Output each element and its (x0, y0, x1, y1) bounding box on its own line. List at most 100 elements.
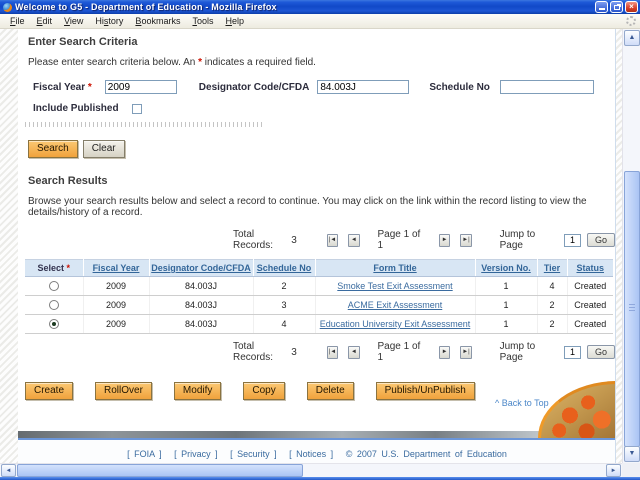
include-published-checkbox[interactable] (132, 104, 142, 114)
vertical-scrollbar[interactable]: ▲ ▼ (622, 29, 640, 463)
table-row: 2009 84.003J 4 Education University Exit… (25, 315, 613, 334)
page-viewport: Enter Search Criteria Please enter searc… (0, 29, 622, 463)
publish-unpublish-button[interactable]: Publish/UnPublish (376, 382, 475, 400)
table-row: 2009 84.003J 2 Smoke Test Exit Assessmen… (25, 277, 613, 296)
criteria-heading: Enter Search Criteria (28, 36, 615, 48)
first-page-icon: |◄ (329, 237, 337, 243)
scroll-down-button[interactable]: ▼ (624, 446, 640, 462)
last-page-button[interactable]: ►| (460, 234, 471, 247)
total-records-label: Total Records: (233, 229, 287, 251)
prev-page-button[interactable]: ◄ (348, 234, 359, 247)
menu-help[interactable]: Help (219, 15, 250, 28)
col-version[interactable]: Version No. (475, 260, 537, 277)
modify-button[interactable]: Modify (174, 382, 221, 400)
throbber-icon (626, 16, 636, 26)
col-schedule[interactable]: Schedule No (253, 260, 315, 277)
scroll-left-button[interactable]: ◄ (1, 464, 16, 477)
designator-input[interactable] (317, 80, 409, 94)
prev-page-button[interactable]: ◄ (348, 346, 359, 359)
results-heading: Search Results (28, 175, 615, 187)
jump-to-page-label: Jump to Page (500, 341, 552, 363)
search-button[interactable]: Search (28, 140, 78, 158)
browser-window: Welcome to G5 - Department of Education … (0, 0, 640, 480)
fiscal-year-input[interactable] (105, 80, 177, 94)
firefox-icon (3, 3, 12, 12)
first-page-button[interactable]: |◄ (327, 234, 338, 247)
go-button[interactable]: Go (587, 233, 615, 247)
include-published-label: Include Published (33, 103, 119, 114)
total-records-label: Total Records: (233, 341, 287, 363)
col-select: Select * (25, 260, 83, 277)
clear-button[interactable]: Clear (83, 140, 125, 158)
next-page-button[interactable]: ► (439, 234, 450, 247)
col-fiscal-year[interactable]: Fiscal Year (83, 260, 149, 277)
scroll-down-icon: ▼ (629, 450, 636, 457)
page-content: Enter Search Criteria Please enter searc… (18, 29, 616, 463)
copyright-text: © 2007 U.S. Department of Education (346, 449, 507, 459)
row-radio[interactable] (49, 281, 59, 291)
privacy-link[interactable]: [ Privacy ] (174, 449, 218, 459)
form-title-link[interactable]: ACME Exit Assessment (348, 300, 443, 310)
minimize-button[interactable] (595, 1, 608, 13)
menu-bookmarks[interactable]: Bookmarks (129, 15, 186, 28)
menu-file[interactable]: File (4, 15, 31, 28)
dotted-separator (25, 122, 263, 127)
menu-history[interactable]: History (89, 15, 129, 28)
security-link[interactable]: [ Security ] (230, 449, 277, 459)
delete-button[interactable]: Delete (307, 382, 354, 400)
menu-view[interactable]: View (58, 15, 89, 28)
next-page-button[interactable]: ► (439, 346, 450, 359)
first-page-button[interactable]: |◄ (327, 346, 338, 359)
include-published-row: Include Published (33, 103, 615, 114)
col-status[interactable]: Status (567, 260, 613, 277)
create-button[interactable]: Create (25, 382, 73, 400)
scroll-up-button[interactable]: ▲ (624, 30, 640, 46)
form-title-link[interactable]: Education University Exit Assessment (320, 319, 471, 329)
go-button[interactable]: Go (587, 345, 615, 359)
prev-page-icon: ◄ (351, 349, 357, 355)
results-instructions: Browse your search results below and sel… (28, 196, 603, 218)
page-indicator: Page 1 of 1 (378, 341, 421, 363)
col-form-title[interactable]: Form Title (315, 260, 475, 277)
rollover-button[interactable]: RollOver (95, 382, 152, 400)
menu-bar: File Edit View History Bookmarks Tools H… (0, 14, 640, 29)
back-to-top-link[interactable]: ^ Back to Top (495, 398, 549, 408)
scroll-right-button[interactable]: ► (606, 464, 621, 477)
row-radio[interactable] (49, 300, 59, 310)
row-radio[interactable] (49, 319, 59, 329)
restore-button[interactable] (610, 1, 623, 13)
copy-button[interactable]: Copy (243, 382, 284, 400)
jump-to-page-label: Jump to Page (500, 229, 552, 251)
jump-to-page-input[interactable] (564, 346, 581, 359)
foia-link[interactable]: [ FOIA ] (127, 449, 162, 459)
col-tier[interactable]: Tier (537, 260, 567, 277)
restore-icon (614, 5, 620, 10)
scroll-up-icon: ▲ (629, 34, 636, 41)
footer: [ FOIA ] [ Privacy ] [ Security ] [ Noti… (18, 449, 616, 459)
col-designator[interactable]: Designator Code/CFDA (149, 260, 253, 277)
results-table: Select * Fiscal Year Designator Code/CFD… (25, 259, 613, 334)
close-button[interactable]: × (625, 1, 638, 13)
form-title-link[interactable]: Smoke Test Exit Assessment (337, 281, 452, 291)
pagination-top: Total Records: 3 |◄ ◄ Page 1 of 1 ► ►| J… (233, 232, 615, 248)
menu-edit[interactable]: Edit (31, 15, 59, 28)
horizontal-scrollbar-thumb[interactable] (17, 464, 303, 477)
window-title: Welcome to G5 - Department of Education … (15, 2, 595, 12)
criteria-note: Please enter search criteria below. An *… (28, 57, 615, 68)
last-page-icon: ►| (462, 237, 470, 243)
menu-tools[interactable]: Tools (186, 15, 219, 28)
total-records-value: 3 (291, 347, 297, 358)
next-page-icon: ► (442, 349, 448, 355)
fiscal-year-label: Fiscal Year * (33, 82, 92, 93)
jump-to-page-input[interactable] (564, 234, 581, 247)
designator-label: Designator Code/CFDA (199, 82, 310, 93)
minimize-icon (599, 8, 605, 10)
title-bar: Welcome to G5 - Department of Education … (0, 0, 640, 14)
vertical-scrollbar-thumb[interactable] (624, 171, 640, 447)
last-page-button[interactable]: ►| (460, 346, 471, 359)
last-page-icon: ►| (462, 349, 470, 355)
notices-link[interactable]: [ Notices ] (289, 449, 333, 459)
total-records-value: 3 (291, 235, 297, 246)
horizontal-scrollbar[interactable]: ◄ ► (0, 463, 622, 477)
schedule-input[interactable] (500, 80, 594, 94)
